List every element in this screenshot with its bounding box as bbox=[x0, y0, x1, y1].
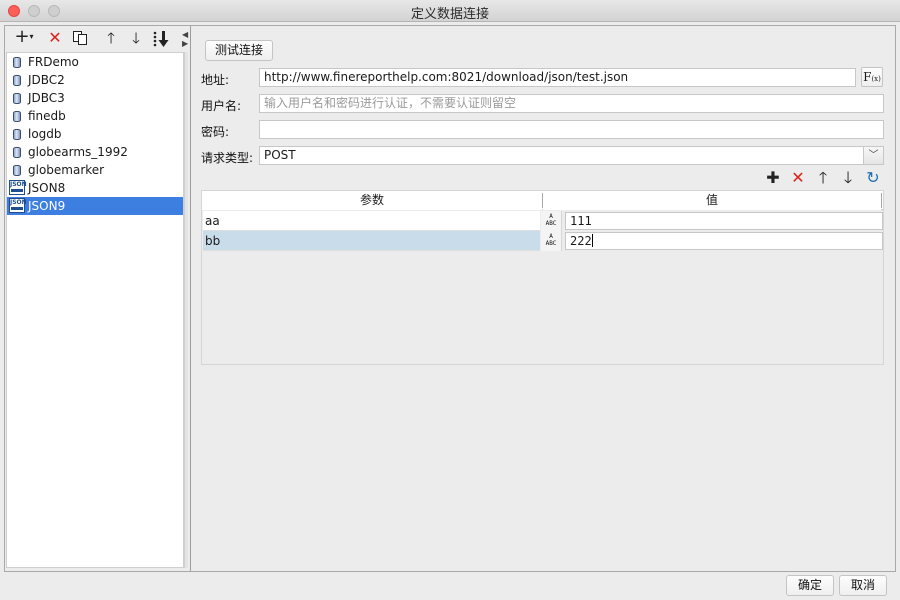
move-up-icon[interactable]: 🡑 bbox=[101, 28, 121, 48]
json-icon: JSON bbox=[9, 198, 27, 213]
add-dropdown-icon[interactable]: +▾ bbox=[11, 28, 37, 48]
request-type-label: 请求类型: bbox=[201, 151, 254, 165]
list-item[interactable]: finedb bbox=[7, 107, 183, 125]
connection-list: FRDemo JDBC2 JDBC3 finedb logdb globearm… bbox=[6, 52, 184, 568]
request-type-value: POST bbox=[264, 148, 296, 162]
table-row[interactable]: aa A ABC 111 bbox=[203, 211, 883, 231]
collapse-panel-handle[interactable]: ◀ ▶ bbox=[182, 30, 188, 48]
delete-icon[interactable]: ✕ bbox=[45, 28, 65, 48]
refresh-icon[interactable]: ↻ bbox=[863, 168, 883, 188]
text-caret bbox=[591, 234, 593, 247]
dialog-body: +▾ ✕ 🡑 🡓 ◀ ▶ FRDemo JDBC2 JDBC3 finedb l… bbox=[4, 25, 896, 572]
connection-toolbar: +▾ ✕ 🡑 🡓 ◀ ▶ bbox=[5, 26, 189, 50]
database-icon bbox=[13, 147, 21, 158]
json-icon: JSON bbox=[9, 180, 27, 195]
param-key-cell[interactable]: aa bbox=[203, 211, 540, 231]
request-type-select[interactable]: POST ﹀ bbox=[259, 146, 884, 165]
address-label: 地址: bbox=[201, 73, 230, 87]
database-icon bbox=[13, 111, 21, 122]
ok-button[interactable]: 确定 bbox=[786, 575, 834, 596]
list-item[interactable]: logdb bbox=[7, 125, 183, 143]
copy-icon[interactable] bbox=[70, 28, 90, 48]
list-item[interactable]: JSON JSON8 bbox=[7, 179, 183, 197]
title-bar: 定义数据连接 bbox=[0, 0, 900, 22]
test-connection-button[interactable]: 测试连接 bbox=[205, 40, 273, 61]
value-type-icon[interactable]: A ABC bbox=[541, 211, 562, 231]
param-key-cell[interactable]: bb bbox=[203, 231, 540, 251]
formula-button[interactable]: F(x) bbox=[861, 67, 883, 87]
database-icon bbox=[13, 75, 21, 86]
move-down-icon[interactable]: 🡓 bbox=[126, 28, 146, 48]
list-item[interactable]: globemarker bbox=[7, 161, 183, 179]
cancel-button[interactable]: 取消 bbox=[839, 575, 887, 596]
window-title: 定义数据连接 bbox=[410, 7, 489, 22]
param-value-cell[interactable]: 111 bbox=[565, 212, 883, 230]
list-item[interactable]: FRDemo bbox=[7, 53, 183, 71]
param-value-cell-editing[interactable]: 222 bbox=[565, 232, 883, 250]
database-icon bbox=[13, 129, 21, 140]
list-item[interactable]: globearms_1992 bbox=[7, 143, 183, 161]
username-input[interactable]: 输入用户名和密码进行认证，不需要认证则留空 bbox=[259, 94, 884, 113]
value-type-icon[interactable]: A ABC bbox=[541, 231, 562, 251]
params-table: 参数 值 aa A ABC 111 bb A ABC 222 bbox=[201, 190, 884, 365]
column-divider bbox=[881, 193, 882, 208]
column-header-value[interactable]: 值 bbox=[543, 191, 881, 210]
delete-param-icon[interactable]: ✕ bbox=[788, 168, 808, 188]
move-down-icon[interactable]: 🡓 bbox=[838, 168, 858, 188]
address-input[interactable]: http://www.finereporthelp.com:8021/downl… bbox=[259, 68, 856, 87]
panel-divider[interactable] bbox=[190, 26, 191, 571]
password-input[interactable] bbox=[259, 120, 884, 139]
list-item[interactable]: JDBC2 bbox=[7, 71, 183, 89]
chevron-down-icon[interactable]: ﹀ bbox=[863, 147, 883, 164]
move-up-icon[interactable]: 🡑 bbox=[813, 168, 833, 188]
add-param-icon[interactable]: ✚ bbox=[763, 168, 783, 188]
password-label: 密码: bbox=[201, 125, 230, 139]
username-label: 用户名: bbox=[201, 99, 242, 113]
database-icon bbox=[13, 165, 21, 176]
table-row-selected[interactable]: bb A ABC 222 bbox=[203, 231, 883, 251]
list-item-selected[interactable]: JSON JSON9 bbox=[7, 197, 183, 215]
list-scrollbar[interactable] bbox=[184, 52, 188, 568]
database-icon bbox=[13, 57, 21, 68]
database-icon bbox=[13, 93, 21, 104]
list-item[interactable]: JDBC3 bbox=[7, 89, 183, 107]
column-header-param[interactable]: 参数 bbox=[202, 191, 542, 210]
sort-icon[interactable] bbox=[150, 28, 172, 48]
connection-panel: +▾ ✕ 🡑 🡓 ◀ ▶ FRDemo JDBC2 JDBC3 finedb l… bbox=[5, 26, 189, 571]
